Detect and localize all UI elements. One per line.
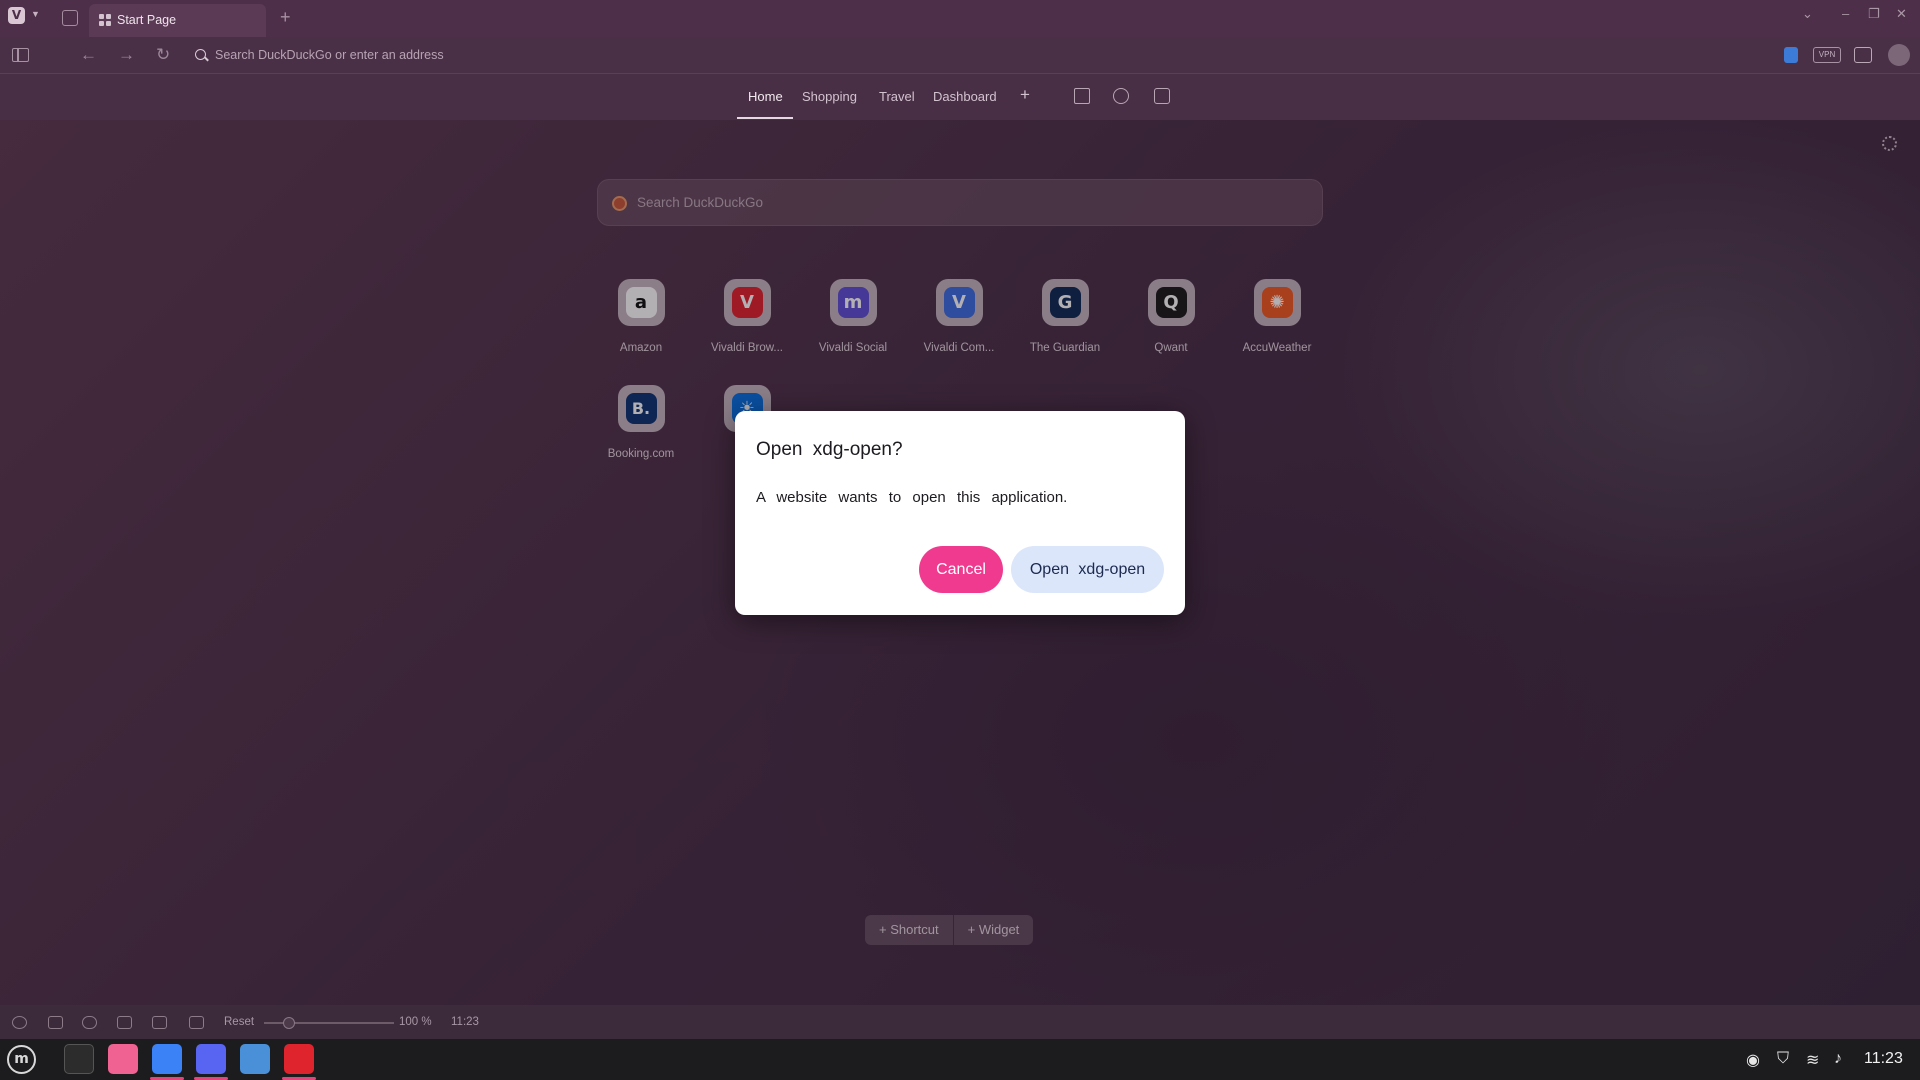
mail-icon[interactable] (240, 1044, 270, 1074)
os-taskbar: m ◉ ⛉ ≋ ♪ 11:23 (0, 1039, 1920, 1080)
reload-icon[interactable]: ↻ (156, 45, 170, 65)
calendar-icon[interactable] (1154, 88, 1170, 104)
forward-icon[interactable]: → (118, 45, 135, 65)
tab-dashboard[interactable]: Dashboard (933, 89, 997, 104)
add-group-button[interactable]: + (1020, 85, 1030, 105)
shield-tray-icon[interactable]: ⛉ (1777, 1050, 1789, 1068)
zoom-slider-handle[interactable] (283, 1017, 295, 1029)
tab-travel[interactable]: Travel (879, 89, 915, 104)
back-icon[interactable]: ← (80, 45, 97, 65)
dialog-title: Open xdg-open? (756, 439, 903, 460)
profile-avatar[interactable] (1888, 44, 1910, 66)
chevron-down-icon[interactable]: ▼ (31, 9, 40, 19)
vivaldi-taskbar-icon[interactable] (284, 1044, 314, 1074)
bitwarden-icon[interactable] (1784, 47, 1798, 63)
status-clock: 11:23 (451, 1016, 479, 1028)
vivaldi-menu-icon[interactable]: V (8, 7, 25, 24)
history-icon[interactable] (1113, 88, 1129, 104)
zoom-reset-button[interactable]: Reset (224, 1016, 254, 1028)
maximize-button[interactable]: ❐ (1868, 6, 1880, 22)
zoom-level: 100 % (399, 1016, 432, 1028)
tab-start-page[interactable]: Start Page (89, 4, 266, 37)
image-toggle-icon[interactable] (189, 1016, 204, 1029)
gift-icon[interactable] (1854, 47, 1872, 63)
signal-icon[interactable] (152, 1044, 182, 1074)
bookmark-icon[interactable] (1074, 88, 1090, 104)
tab-stack-icon[interactable] (62, 10, 78, 26)
mint-menu-icon[interactable]: m (7, 1045, 36, 1074)
open-app-dialog: Open xdg-open? A website wants to open t… (735, 411, 1185, 615)
wifi-icon[interactable]: ≋ (1806, 1050, 1819, 1070)
open-xdg-open-button[interactable]: Open xdg-open (1011, 546, 1164, 593)
vpn-icon[interactable]: VPN (1813, 47, 1841, 63)
panel-toggle-icon[interactable] (12, 48, 29, 62)
tab-list-icon[interactable]: ⌄ (1802, 6, 1813, 22)
new-tab-button[interactable]: + (280, 7, 291, 28)
page-actions-icon[interactable] (152, 1016, 167, 1029)
cancel-button[interactable]: Cancel (919, 546, 1003, 593)
minimize-button[interactable]: – (1842, 6, 1849, 21)
dialog-message: A website wants to open this application… (756, 489, 1068, 506)
search-icon (195, 49, 206, 60)
terminal-icon[interactable] (64, 1044, 94, 1074)
active-tab-indicator (737, 117, 793, 119)
discord-icon[interactable] (196, 1044, 226, 1074)
grid-icon (99, 14, 111, 26)
volume-icon[interactable]: ♪ (1834, 1050, 1842, 1068)
discord-tray-icon[interactable]: ◉ (1746, 1050, 1760, 1070)
tiling-icon[interactable] (48, 1016, 63, 1029)
start-page-nav: Home Shopping Travel Dashboard + (0, 74, 1920, 120)
address-input[interactable]: Search DuckDuckGo or enter an address (215, 48, 444, 62)
tab-bar: V ▼ Start Page + ⌄ – ❐ ✕ (0, 0, 1920, 37)
address-toolbar: ← → ↻ Search DuckDuckGo or enter an addr… (0, 37, 1920, 74)
close-button[interactable]: ✕ (1896, 6, 1907, 22)
status-bar: Reset 100 % 11:23 (0, 1005, 1920, 1039)
files-icon[interactable] (108, 1044, 138, 1074)
capture-icon[interactable] (117, 1016, 132, 1029)
tab-home[interactable]: Home (748, 89, 783, 104)
settings-icon[interactable] (12, 1016, 27, 1029)
sync-cloud-icon[interactable] (82, 1016, 97, 1029)
taskbar-clock[interactable]: 11:23 (1864, 1050, 1903, 1068)
tab-shopping[interactable]: Shopping (802, 89, 857, 104)
tab-title: Start Page (117, 13, 177, 27)
